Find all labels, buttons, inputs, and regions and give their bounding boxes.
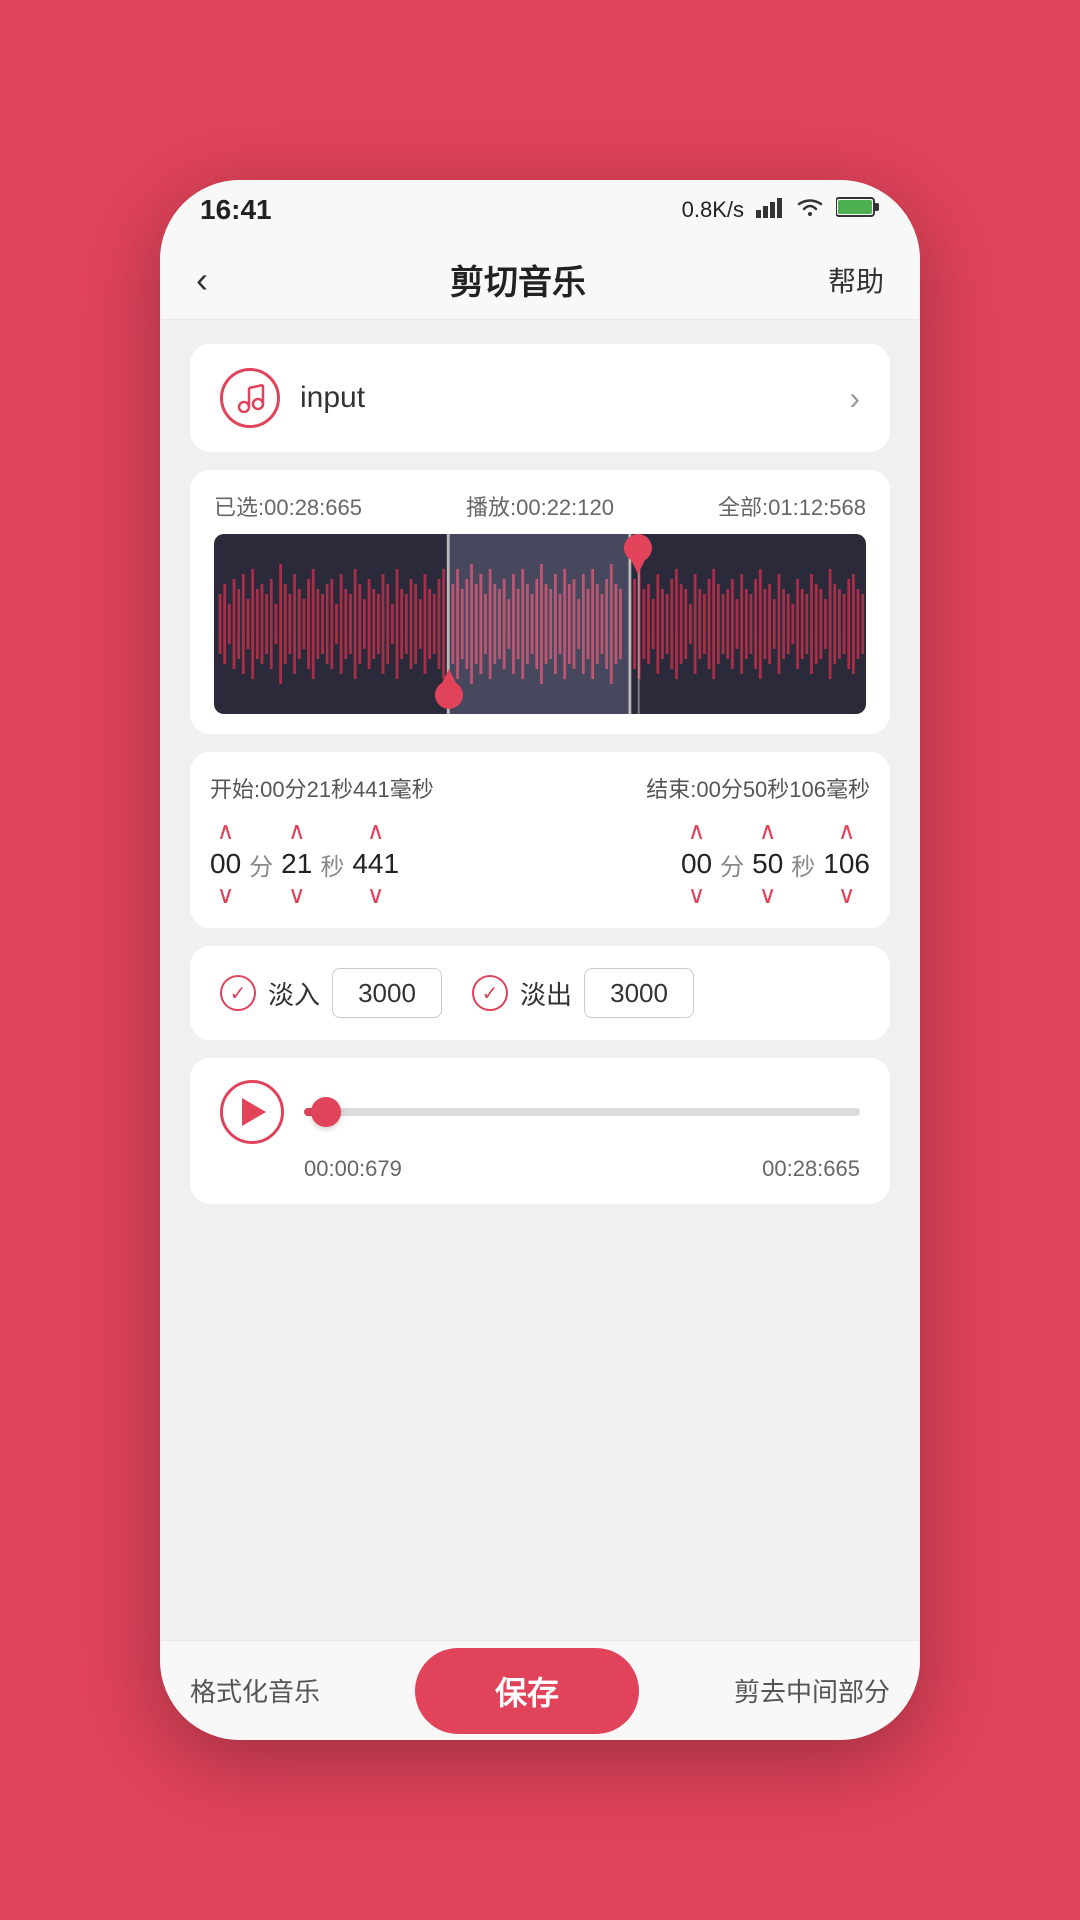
play-button[interactable] (220, 1080, 284, 1144)
playback-time: 播放:00:22:120 (466, 490, 614, 522)
start-ms-spinner: ∧ 441 ∨ (352, 820, 399, 908)
signal-icon (756, 196, 784, 224)
format-music-button[interactable]: 格式化音乐 (190, 1672, 320, 1709)
time-headers: 开始:00分21秒441毫秒 结束:00分50秒106毫秒 (210, 772, 870, 804)
end-min-down[interactable]: ∨ (688, 884, 706, 908)
end-ms-down[interactable]: ∨ (838, 884, 856, 908)
start-min-up[interactable]: ∧ (217, 820, 235, 844)
start-marker-pin[interactable] (431, 665, 467, 714)
start-time-label: 开始:00分21秒441毫秒 (210, 772, 434, 804)
start-min-spinner: ∧ 00 ∨ (210, 820, 241, 908)
end-min-value: 00 (681, 848, 712, 880)
nav-title: 剪切音乐 (450, 255, 586, 304)
fade-in-label: 淡入 (268, 975, 320, 1012)
start-sec-unit: 秒 (318, 847, 346, 882)
fade-in-item: ✓ 淡入 (220, 968, 442, 1018)
start-ms-down[interactable]: ∨ (367, 884, 385, 908)
start-min-unit: 分 (247, 847, 275, 882)
wifi-icon (796, 196, 824, 224)
play-icon (242, 1098, 266, 1126)
start-sec-value: 21 (281, 848, 312, 880)
fade-out-input[interactable] (584, 968, 694, 1018)
back-button[interactable]: ‹ (196, 259, 208, 301)
slider-thumb[interactable] (311, 1097, 341, 1127)
end-sec-value: 50 (752, 848, 783, 880)
end-sec-unit: 秒 (789, 847, 817, 882)
file-selector-card[interactable]: input › (190, 344, 890, 452)
total-time: 全部:01:12:568 (718, 490, 866, 522)
time-controls-card: 开始:00分21秒441毫秒 结束:00分50秒106毫秒 ∧ 00 ∨ 分 ∧ (190, 752, 890, 928)
end-ms-value: 106 (823, 848, 870, 880)
current-time: 00:00:679 (304, 1156, 402, 1182)
start-min-down[interactable]: ∨ (217, 884, 235, 908)
bottom-bar: 格式化音乐 保存 剪去中间部分 (160, 1640, 920, 1740)
network-speed: 0.8K/s (682, 197, 744, 223)
playhead-pin-top[interactable] (620, 534, 656, 583)
playback-times: 00:00:679 00:28:665 (220, 1156, 860, 1182)
time-info-row: 已选:00:28:665 播放:00:22:120 全部:01:12:568 (214, 490, 866, 522)
fade-in-check[interactable]: ✓ (220, 975, 256, 1011)
end-sec-down[interactable]: ∨ (759, 884, 777, 908)
battery-icon (836, 196, 880, 224)
end-sec-up[interactable]: ∧ (759, 820, 777, 844)
fade-card: ✓ 淡入 ✓ 淡出 (190, 946, 890, 1040)
fade-out-check[interactable]: ✓ (472, 975, 508, 1011)
start-ms-value: 441 (352, 848, 399, 880)
start-sec-spinner: ∧ 21 ∨ (281, 820, 312, 908)
end-min-unit: 分 (718, 847, 746, 882)
start-sec-down[interactable]: ∨ (288, 884, 306, 908)
file-left: input (220, 368, 365, 428)
status-icons: 0.8K/s (682, 196, 880, 224)
chevron-right-icon: › (849, 380, 860, 417)
end-min-spinner: ∧ 00 ∨ (681, 820, 712, 908)
end-spinners: ∧ 00 ∨ 分 ∧ 50 ∨ 秒 ∧ 106 (681, 820, 870, 908)
start-min-value: 00 (210, 848, 241, 880)
start-sec-up[interactable]: ∧ (288, 820, 306, 844)
content-area: input › 已选:00:28:665 播放:00:22:120 全部:01:… (160, 320, 920, 1640)
playback-card: 00:00:679 00:28:665 (190, 1058, 890, 1204)
status-bar: 16:41 0.8K/s (160, 180, 920, 240)
fade-out-item: ✓ 淡出 (472, 968, 694, 1018)
start-ms-up[interactable]: ∧ (367, 820, 385, 844)
playback-row (220, 1080, 860, 1144)
phone-container: 16:41 0.8K/s (160, 180, 920, 1740)
cut-middle-button[interactable]: 剪去中间部分 (734, 1672, 890, 1709)
status-time: 16:41 (200, 194, 272, 226)
top-nav: ‹ 剪切音乐 帮助 (160, 240, 920, 320)
start-spinners: ∧ 00 ∨ 分 ∧ 21 ∨ 秒 ∧ 441 (210, 820, 399, 908)
filename: input (300, 381, 365, 415)
end-ms-up[interactable]: ∧ (838, 820, 856, 844)
end-min-up[interactable]: ∧ (688, 820, 706, 844)
music-icon (220, 368, 280, 428)
waveform-display[interactable] (214, 534, 866, 714)
end-time-label: 结束:00分50秒106毫秒 (646, 772, 870, 804)
playback-slider[interactable] (304, 1108, 860, 1116)
end-sec-spinner: ∧ 50 ∨ (752, 820, 783, 908)
help-button[interactable]: 帮助 (828, 260, 884, 300)
save-button[interactable]: 保存 (415, 1648, 639, 1734)
end-ms-spinner: ∧ 106 ∨ (823, 820, 870, 908)
selected-time: 已选:00:28:665 (214, 490, 362, 522)
total-duration: 00:28:665 (762, 1156, 860, 1182)
waveform-card: 已选:00:28:665 播放:00:22:120 全部:01:12:568 (190, 470, 890, 734)
fade-in-input[interactable] (332, 968, 442, 1018)
fade-out-label: 淡出 (520, 975, 572, 1012)
